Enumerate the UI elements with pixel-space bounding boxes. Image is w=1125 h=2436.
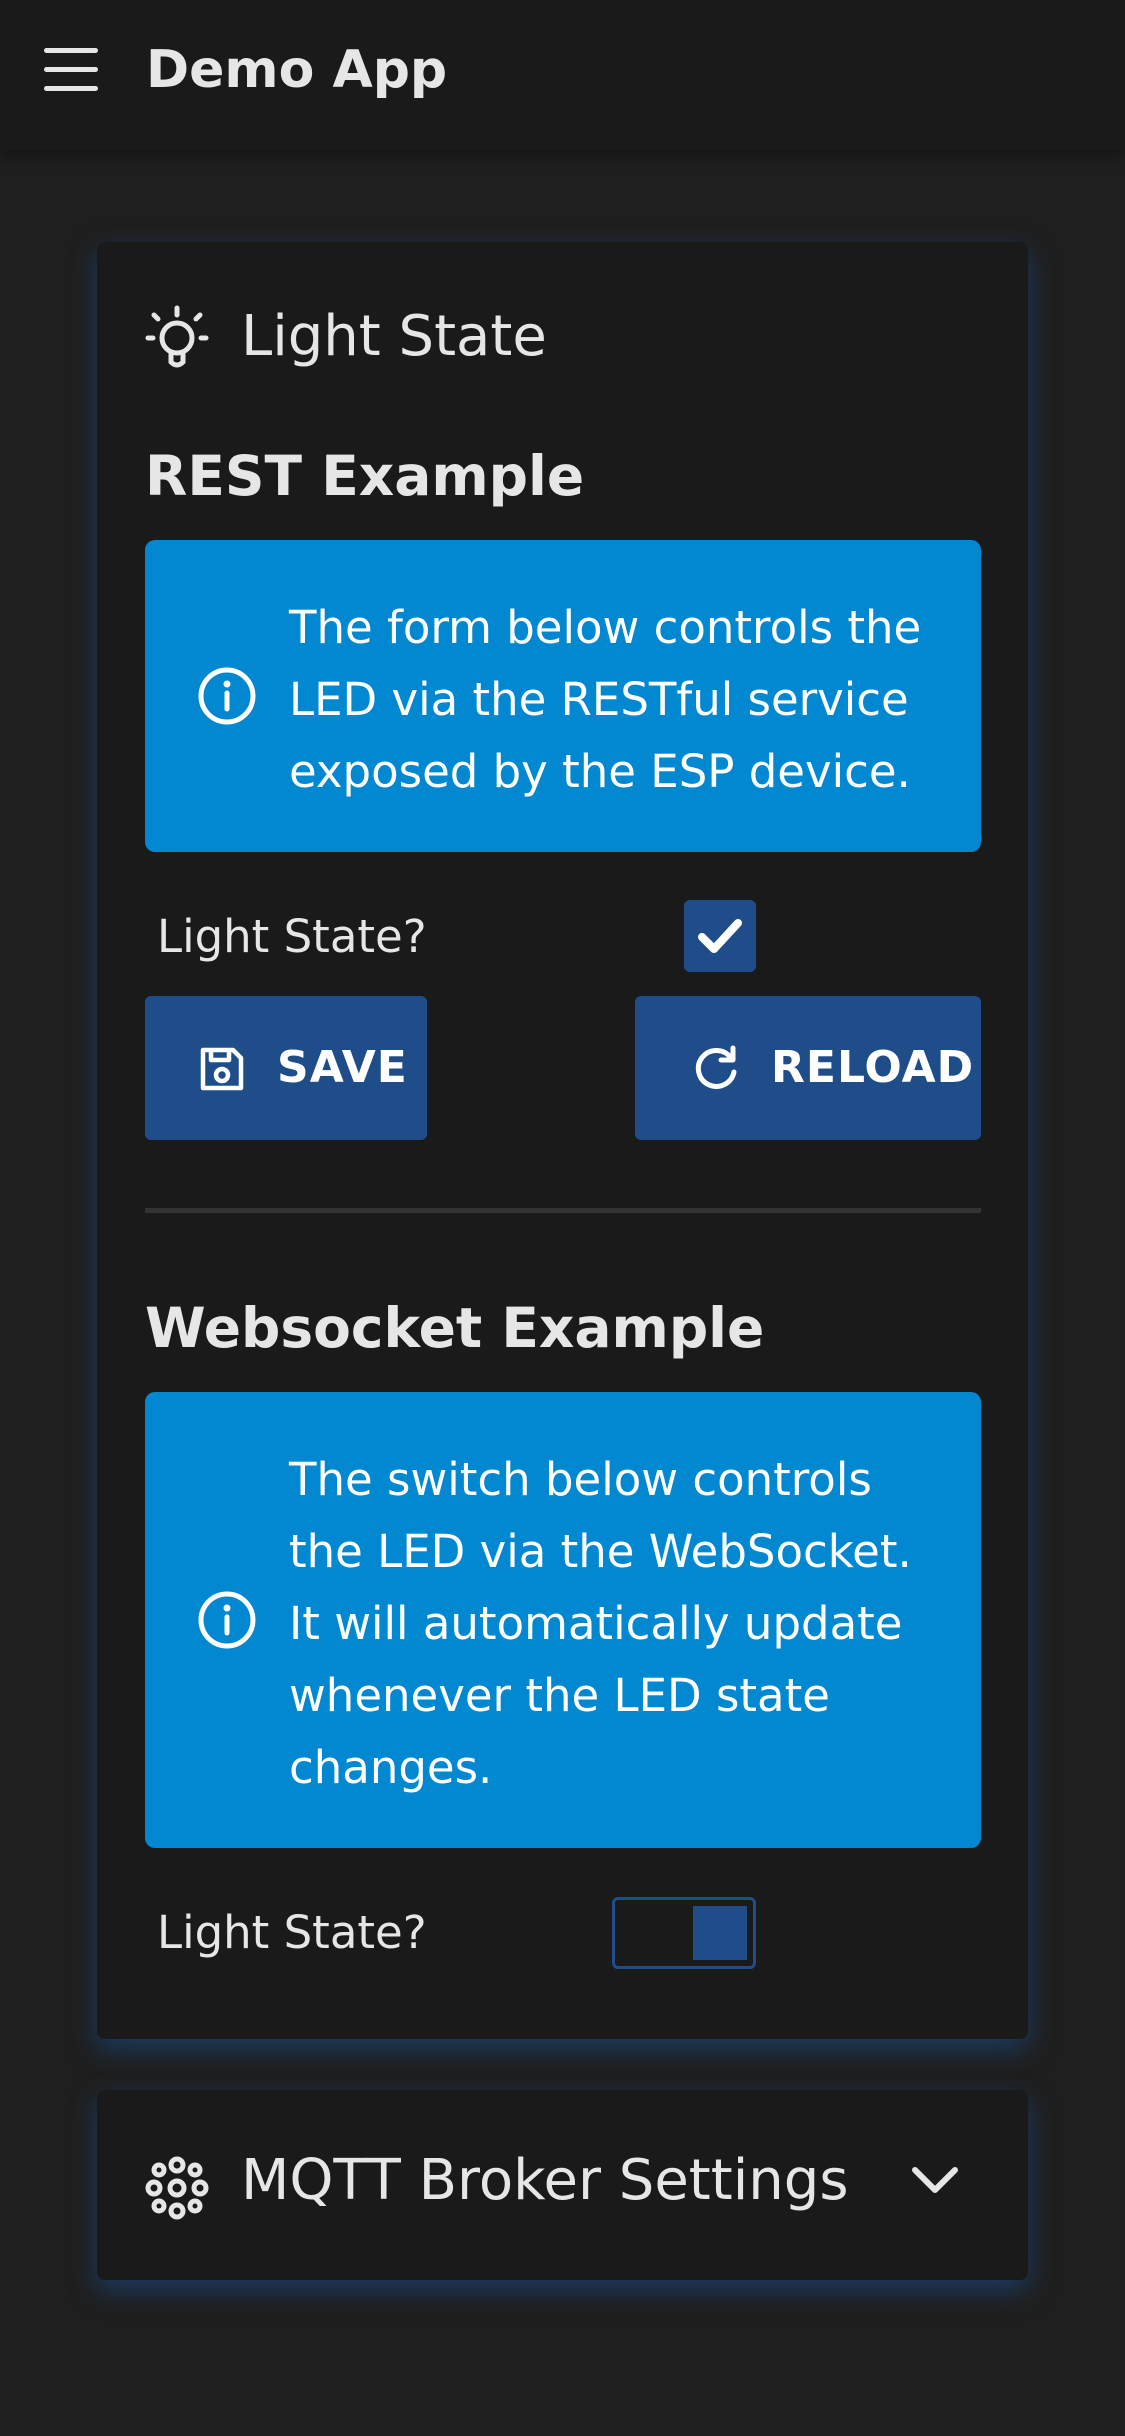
lightbulb-icon (145, 305, 209, 368)
switch-thumb (693, 1906, 747, 1960)
websocket-example-heading: Websocket Example (145, 1296, 765, 1360)
rest-example-heading: REST Example (145, 444, 585, 508)
app-bar: Demo App (0, 0, 1125, 150)
app-title: Demo App (146, 40, 448, 100)
settings-input-antenna-icon (145, 2156, 209, 2220)
light-state-switch[interactable] (612, 1897, 756, 1969)
light-state-card: Light State REST Example The form below … (97, 242, 1028, 2039)
reload-button[interactable]: RELOAD (635, 996, 981, 1140)
websocket-info-text: The switch below controls the LED via th… (289, 1453, 912, 1794)
refresh-icon (695, 1045, 737, 1089)
save-button[interactable]: SAVE (145, 996, 427, 1140)
info-icon (198, 1591, 256, 1649)
rest-info-alert: The form below controls the LED via the … (145, 540, 981, 852)
mqtt-card-title: MQTT Broker Settings (241, 2148, 849, 2213)
info-icon (198, 667, 256, 725)
rest-info-text: The form below controls the LED via the … (289, 601, 922, 798)
reload-button-label: RELOAD (771, 1042, 975, 1093)
light-state-checkbox[interactable] (684, 900, 756, 972)
save-icon (200, 1047, 244, 1091)
save-button-label: SAVE (277, 1042, 408, 1093)
menu-icon[interactable] (42, 46, 100, 94)
card-title: Light State (241, 304, 547, 369)
mqtt-settings-card[interactable]: MQTT Broker Settings (97, 2090, 1028, 2280)
websocket-info-alert: The switch below controls the LED via th… (145, 1392, 981, 1848)
rest-light-state-label: Light State? (157, 910, 427, 963)
check-icon (698, 919, 742, 953)
chevron-down-icon[interactable] (909, 2158, 961, 2202)
websocket-light-state-label: Light State? (157, 1906, 427, 1959)
section-divider (145, 1208, 981, 1213)
